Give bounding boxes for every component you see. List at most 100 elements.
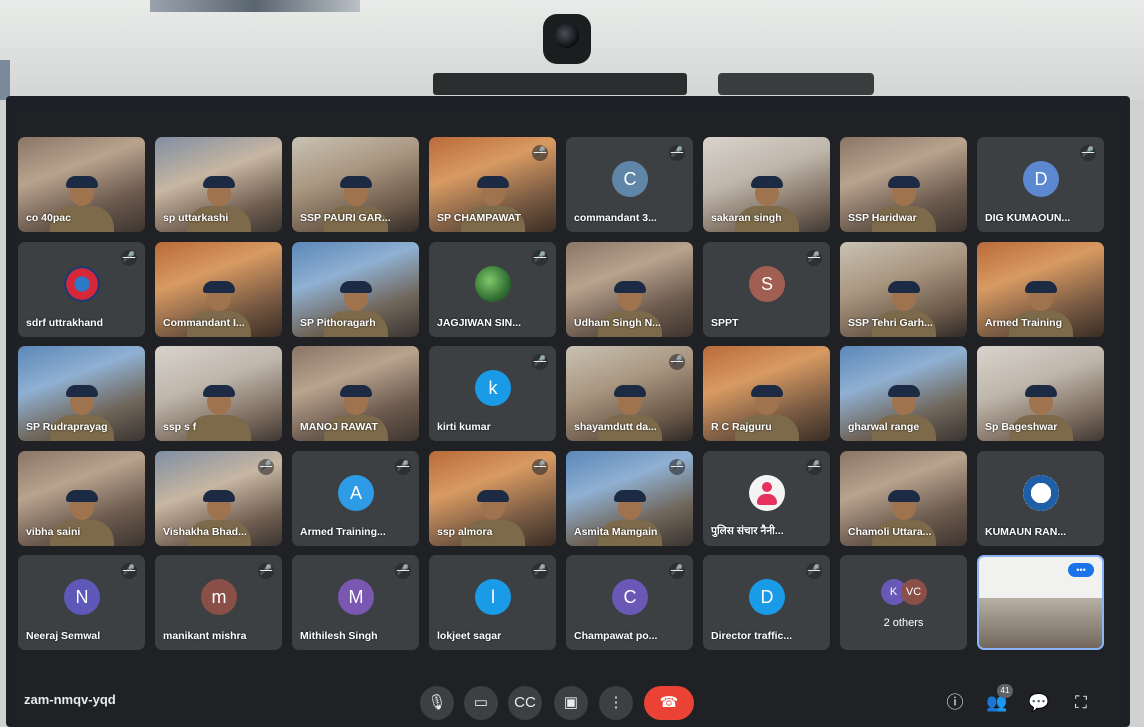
- participant-name: Chamoli Uttara...: [848, 525, 932, 538]
- mic-muted-icon: 🎤: [532, 249, 548, 266]
- participant-name: Neeraj Semwal: [26, 630, 101, 642]
- info-button[interactable]: ⓘ: [942, 690, 968, 716]
- participant-tile[interactable]: sp uttarkashi: [155, 137, 282, 232]
- participant-tile[interactable]: Ccommandant 3... 🎤: [566, 137, 693, 232]
- info-icon: ⓘ: [946, 693, 964, 712]
- participant-tile[interactable]: Asmita Mamgain 🎤: [566, 450, 693, 546]
- participant-avatar: A: [338, 474, 374, 511]
- participant-name: sdrf uttrakhand: [26, 316, 104, 329]
- mic-muted-icon: 🎤: [669, 354, 685, 370]
- participant-tile[interactable]: KUMAUN RAN...: [977, 450, 1104, 546]
- participant-tile[interactable]: Sp Bageshwar: [977, 346, 1104, 441]
- participant-tile[interactable]: Commandant I...: [155, 241, 282, 337]
- participant-tile[interactable]: sakaran singh: [703, 137, 830, 232]
- participant-tile[interactable]: ssp almora 🎤: [429, 450, 556, 546]
- participant-tile[interactable]: Armed Training: [977, 241, 1104, 337]
- participant-name: SP Rudraprayag: [26, 421, 108, 433]
- participant-avatar: C: [612, 161, 648, 197]
- participant-tile[interactable]: ssp s f: [155, 346, 282, 441]
- participant-tile[interactable]: K VC 2 others: [840, 555, 967, 650]
- end-call-button[interactable]: ☎: [644, 686, 694, 720]
- captions-button[interactable]: CC: [508, 686, 542, 720]
- figure-cap: [888, 489, 920, 502]
- participant-tile[interactable]: JAGJIWAN SIN... 🎤: [429, 241, 556, 337]
- participant-tile[interactable]: co 40pac: [18, 137, 145, 232]
- participant-tile[interactable]: MANOJ RAWAT: [292, 346, 419, 441]
- mic-muted-icon: 🎤: [121, 249, 137, 266]
- participant-name: commandant 3...: [574, 212, 657, 224]
- microphone-button[interactable]: 🎙: [420, 686, 454, 720]
- participant-name: DIG KUMAOUN...: [985, 212, 1071, 224]
- mic-muted-icon: 🎤: [395, 563, 411, 579]
- participant-tile[interactable]: D Director traffic... 🎤: [703, 555, 830, 650]
- meeting-screen: co 40pac sp uttarkashi SSP PAURI GAR... SP …: [14, 108, 1124, 727]
- participant-name: Armed Training: [985, 316, 1063, 329]
- participant-tile[interactable]: SP Pithoragarh: [292, 241, 419, 337]
- participant-avatar: N: [64, 579, 100, 615]
- participant-tile[interactable]: C Champawat po... 🎤: [566, 555, 693, 650]
- participant-tile[interactable]: sdrf uttrakhand 🎤: [18, 241, 145, 337]
- participant-name: shayamdutt da...: [574, 421, 657, 433]
- participant-tile[interactable]: vibha saini: [18, 450, 145, 546]
- participant-tile[interactable]: R C Rajguru: [703, 346, 830, 441]
- participant-name: sakaran singh: [711, 212, 782, 224]
- participant-name: Armed Training...: [300, 525, 386, 538]
- participant-name: manikant mishra: [163, 630, 247, 642]
- participant-avatar-image: [64, 265, 100, 302]
- participant-tile[interactable]: SSP PAURI GAR...: [292, 137, 419, 232]
- activities-button[interactable]: ⛶: [1068, 690, 1094, 716]
- participant-tile[interactable]: M Mithilesh Singh 🎤: [292, 555, 419, 650]
- participant-tile[interactable]: k kirti kumar 🎤: [429, 346, 556, 441]
- camera-icon: ▭: [473, 694, 489, 711]
- mic-muted-icon: 🎤: [532, 458, 548, 475]
- participant-tile[interactable]: Vishakha Bhad... 🎤: [155, 450, 282, 546]
- participant-tile[interactable]: पुलिस संचार नैनी... 🎤: [703, 450, 830, 546]
- participant-name: Udham Singh N...: [574, 316, 661, 329]
- participant-tile[interactable]: SP CHAMPAWAT 🎤: [429, 137, 556, 232]
- mic-muted-icon: 🎤: [669, 458, 685, 475]
- participant-name: SSP Haridwar: [848, 212, 917, 224]
- figure-cap: [477, 176, 509, 188]
- mic-muted-icon: 🎤: [532, 145, 548, 161]
- chat-button[interactable]: 💬: [1026, 690, 1052, 716]
- participant-tile[interactable]: gharwal range: [840, 346, 967, 441]
- self-view-tile[interactable]: •••: [977, 555, 1104, 650]
- figure-cap: [1025, 280, 1057, 293]
- figure-cap: [340, 176, 372, 188]
- people-button[interactable]: 👥 41: [984, 684, 1013, 716]
- more-options-button[interactable]: ⋮: [599, 686, 633, 720]
- figure-cap: [1025, 385, 1057, 397]
- participant-tile[interactable]: S SPPT 🎤: [703, 241, 830, 337]
- participant-tile[interactable]: shayamdutt da... 🎤: [566, 346, 693, 441]
- mic-muted-icon: 🎤: [806, 249, 822, 266]
- chat-icon: 💬: [1028, 693, 1050, 712]
- participant-tile[interactable]: SP Rudraprayag: [18, 346, 145, 441]
- camera-button[interactable]: ▭: [464, 686, 498, 720]
- participant-name: Sp Bageshwar: [985, 421, 1058, 433]
- participant-tile[interactable]: Chamoli Uttara...: [840, 450, 967, 546]
- mic-muted-icon: 🎤: [669, 145, 685, 161]
- mic-muted-icon: 🎤: [532, 354, 548, 370]
- present-button[interactable]: ▣: [554, 686, 588, 720]
- participant-tile[interactable]: N Neeraj Semwal 🎤: [18, 555, 145, 650]
- participant-avatar: S: [749, 265, 785, 302]
- figure-cap: [888, 280, 920, 293]
- participant-tile[interactable]: m manikant mishra 🎤: [155, 555, 282, 650]
- participant-tile[interactable]: Udham Singh N...: [566, 241, 693, 337]
- participant-tile[interactable]: l lokjeet sagar 🎤: [429, 555, 556, 650]
- participant-avatar: m: [201, 579, 237, 615]
- participant-tile[interactable]: SSP Haridwar: [840, 137, 967, 232]
- participant-name: gharwal range: [848, 421, 920, 433]
- participant-tile[interactable]: A Armed Training... 🎤: [292, 450, 419, 546]
- figure-cap: [66, 489, 98, 502]
- participant-name: Asmita Mamgain: [574, 525, 658, 538]
- mic-muted-icon: 🎤: [258, 563, 274, 579]
- participant-tile[interactable]: D DIG KUMAOUN... 🎤: [977, 137, 1104, 232]
- participant-avatar: k: [475, 370, 511, 406]
- participant-name: Commandant I...: [163, 316, 245, 329]
- participant-name: R C Rajguru: [711, 421, 772, 433]
- captions-icon: CC: [514, 694, 536, 711]
- mic-muted-icon: 🎤: [121, 563, 137, 579]
- webcam-lens: [555, 24, 579, 48]
- participant-tile[interactable]: SSP Tehri Garh...: [840, 241, 967, 337]
